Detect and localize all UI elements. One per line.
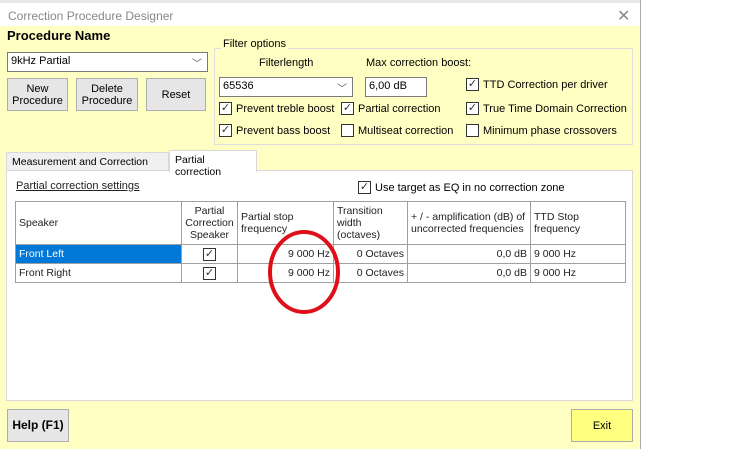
max-boost-label: Max correction boost:: [366, 57, 472, 69]
filter-checkbox-ttd-correction-per-driver[interactable]: ✓ TTD Correction per driver: [466, 78, 608, 91]
filterlength-select[interactable]: 65536 ﹀: [219, 77, 353, 97]
partial-checkbox[interactable]: ✓: [181, 244, 238, 264]
filter-options-label: Filter options: [221, 38, 288, 50]
filter-checkbox-multiseat-correction[interactable]: Multiseat correction: [341, 124, 453, 137]
delete-procedure-button[interactable]: Delete Procedure: [76, 78, 138, 111]
partial-checkbox[interactable]: ✓: [181, 263, 238, 283]
title-bar: Correction Procedure Designer ✕: [0, 0, 640, 26]
checkbox-checked-icon: ✓: [358, 181, 371, 194]
tab-partial-correction[interactable]: Partial correction: [169, 150, 257, 178]
max-boost-input[interactable]: 6,00 dB: [365, 77, 427, 97]
ttd-stop-cell[interactable]: 9 000 Hz: [530, 244, 626, 264]
checkbox-label: Partial correction: [358, 102, 441, 115]
filter-checkbox-true-time-domain-correction[interactable]: ✓ True Time Domain Correction: [466, 102, 627, 115]
checkbox-label: Minimum phase crossovers: [483, 124, 617, 137]
checkbox-label: Multiseat correction: [358, 124, 454, 137]
amplification-cell[interactable]: 0,0 dB: [407, 244, 531, 264]
checkbox-label: Prevent bass boost: [236, 124, 331, 137]
col-partial-speaker: Partial Correction Speaker: [181, 201, 238, 245]
reset-button[interactable]: Reset: [146, 78, 206, 111]
checkbox-unchecked-icon: [341, 124, 354, 137]
window-title: Correction Procedure Designer: [8, 9, 174, 23]
use-target-label: Use target as EQ in no correction zone: [375, 181, 565, 194]
close-icon[interactable]: ✕: [617, 6, 630, 26]
checkbox-checked-icon: ✓: [466, 78, 479, 91]
chevron-down-icon: ﹀: [337, 84, 347, 95]
use-target-checkbox[interactable]: ✓ Use target as EQ in no correction zone: [358, 181, 565, 194]
tab-measurement[interactable]: Measurement and Correction Prep: [6, 152, 169, 180]
checkbox-label: Prevent treble boost: [236, 102, 335, 115]
filter-checkbox-prevent-treble-boost[interactable]: ✓ Prevent treble boost: [219, 102, 334, 115]
procedure-select[interactable]: 9kHz Partial ﹀: [7, 52, 208, 72]
checkbox-checked-icon: ✓: [219, 124, 232, 137]
procedure-value: 9kHz Partial: [11, 55, 71, 67]
help-button[interactable]: Help (F1): [7, 409, 69, 442]
checkbox-checked-icon: ✓: [219, 102, 232, 115]
checkbox-label: True Time Domain Correction: [483, 102, 627, 115]
filterlength-label: Filterlength: [259, 57, 314, 69]
checkbox-label: TTD Correction per driver: [483, 78, 608, 91]
col-amplification: + / - amplification (dB) of uncorrected …: [407, 201, 531, 245]
red-circle-annotation: [268, 230, 340, 314]
filter-checkbox-partial-correction[interactable]: ✓ Partial correction: [341, 102, 441, 115]
exit-button[interactable]: Exit: [571, 409, 633, 442]
col-speaker: Speaker: [15, 201, 182, 245]
amplification-cell[interactable]: 0,0 dB: [407, 263, 531, 283]
col-ttd-stop: TTD Stop frequency: [530, 201, 626, 245]
checkbox-checked-icon: ✓: [203, 247, 216, 261]
checkbox-checked-icon: ✓: [466, 102, 479, 115]
new-procedure-button[interactable]: New Procedure: [7, 78, 68, 111]
filter-checkbox-minimum-phase-crossovers[interactable]: Minimum phase crossovers: [466, 124, 617, 137]
checkbox-unchecked-icon: [466, 124, 479, 137]
filterlength-value: 65536: [223, 80, 254, 92]
dialog-window: Correction Procedure Designer ✕ Procedur…: [0, 0, 641, 449]
filter-checkbox-prevent-bass-boost[interactable]: ✓ Prevent bass boost: [219, 124, 330, 137]
procedure-name-heading: Procedure Name: [7, 28, 111, 43]
checkbox-checked-icon: ✓: [341, 102, 354, 115]
chevron-down-icon: ﹀: [192, 59, 202, 70]
checkbox-checked-icon: ✓: [203, 266, 216, 280]
partial-settings-heading: Partial correction settings: [16, 180, 140, 192]
ttd-stop-cell[interactable]: 9 000 Hz: [530, 263, 626, 283]
speaker-cell[interactable]: Front Left: [15, 244, 182, 264]
speaker-cell[interactable]: Front Right: [15, 263, 182, 283]
